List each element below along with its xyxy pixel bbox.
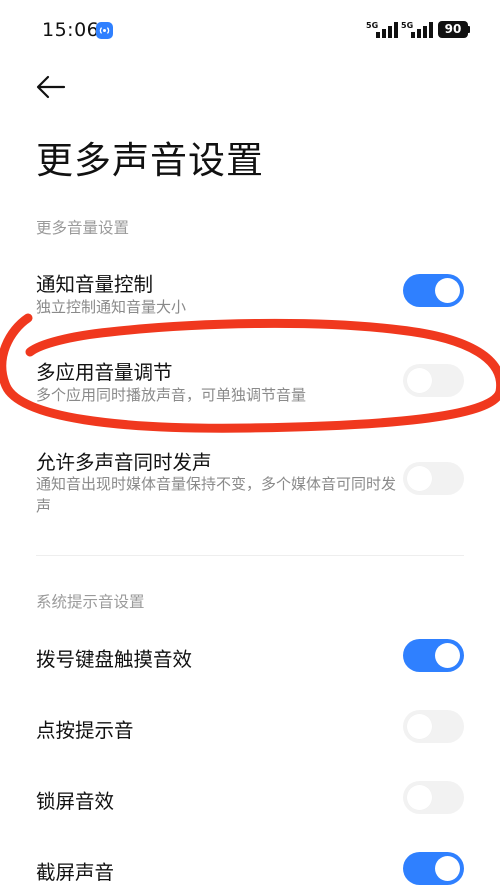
setting-title: 允许多声音同时发声 [36, 451, 212, 474]
arrow-left-icon [36, 75, 66, 99]
signal-icon-sim2: 5G [401, 22, 433, 38]
setting-row-lock-sound[interactable]: 锁屏音效 [0, 777, 500, 821]
status-bar: 15:06 5G 5G 90 [0, 0, 500, 62]
toggle-knob [407, 466, 432, 491]
setting-title: 点按提示音 [36, 719, 134, 742]
toggle-knob [407, 785, 432, 810]
setting-description: 多个应用同时播放声音，可单独调节音量 [36, 386, 307, 404]
toggle-knob [407, 368, 432, 393]
toggle-notification-volume[interactable] [403, 274, 464, 307]
setting-title: 多应用音量调节 [36, 361, 173, 384]
setting-row-screenshot-sound[interactable]: 截屏声音 [0, 848, 500, 885]
toggle-knob [435, 856, 460, 881]
signal-icon-sim1: 5G [366, 22, 398, 38]
toggle-dialpad-tone[interactable] [403, 639, 464, 672]
setting-description: 通知音出现时媒体音量保持不变，多个媒体音可同时发声 [36, 475, 397, 515]
page-title: 更多声音设置 [36, 139, 264, 182]
toggle-knob [435, 643, 460, 668]
section-divider [36, 555, 464, 556]
setting-row-tap-sound[interactable]: 点按提示音 [0, 706, 500, 750]
back-button[interactable] [34, 72, 68, 102]
toggle-multi-app-volume[interactable] [403, 364, 464, 397]
setting-title: 通知音量控制 [36, 273, 154, 296]
setting-title: 拨号键盘触摸音效 [36, 648, 193, 671]
toggle-multi-sound[interactable] [403, 462, 464, 495]
status-time: 15:06 [42, 19, 100, 41]
toggle-knob [435, 278, 460, 303]
battery-icon: 90 [438, 21, 468, 38]
setting-title: 锁屏音效 [36, 790, 115, 813]
setting-description: 独立控制通知音量大小 [36, 298, 187, 316]
setting-row-notification-volume[interactable]: 通知音量控制 独立控制通知音量大小 [0, 262, 500, 324]
hotspot-icon [96, 22, 113, 39]
setting-title: 截屏声音 [36, 861, 115, 884]
toggle-lock-sound[interactable] [403, 781, 464, 814]
toggle-tap-sound[interactable] [403, 710, 464, 743]
setting-row-multi-app-volume[interactable]: 多应用音量调节 多个应用同时播放声音，可单独调节音量 [0, 352, 500, 414]
section-header-system-sounds: 系统提示音设置 [36, 593, 145, 611]
battery-cap [468, 26, 470, 33]
toggle-screenshot-sound[interactable] [403, 852, 464, 885]
setting-row-multi-sound[interactable]: 允许多声音同时发声 通知音出现时媒体音量保持不变，多个媒体音可同时发声 [0, 442, 500, 522]
setting-row-dialpad-tone[interactable]: 拨号键盘触摸音效 [0, 635, 500, 679]
toggle-knob [407, 714, 432, 739]
section-header-volume: 更多音量设置 [36, 219, 130, 237]
